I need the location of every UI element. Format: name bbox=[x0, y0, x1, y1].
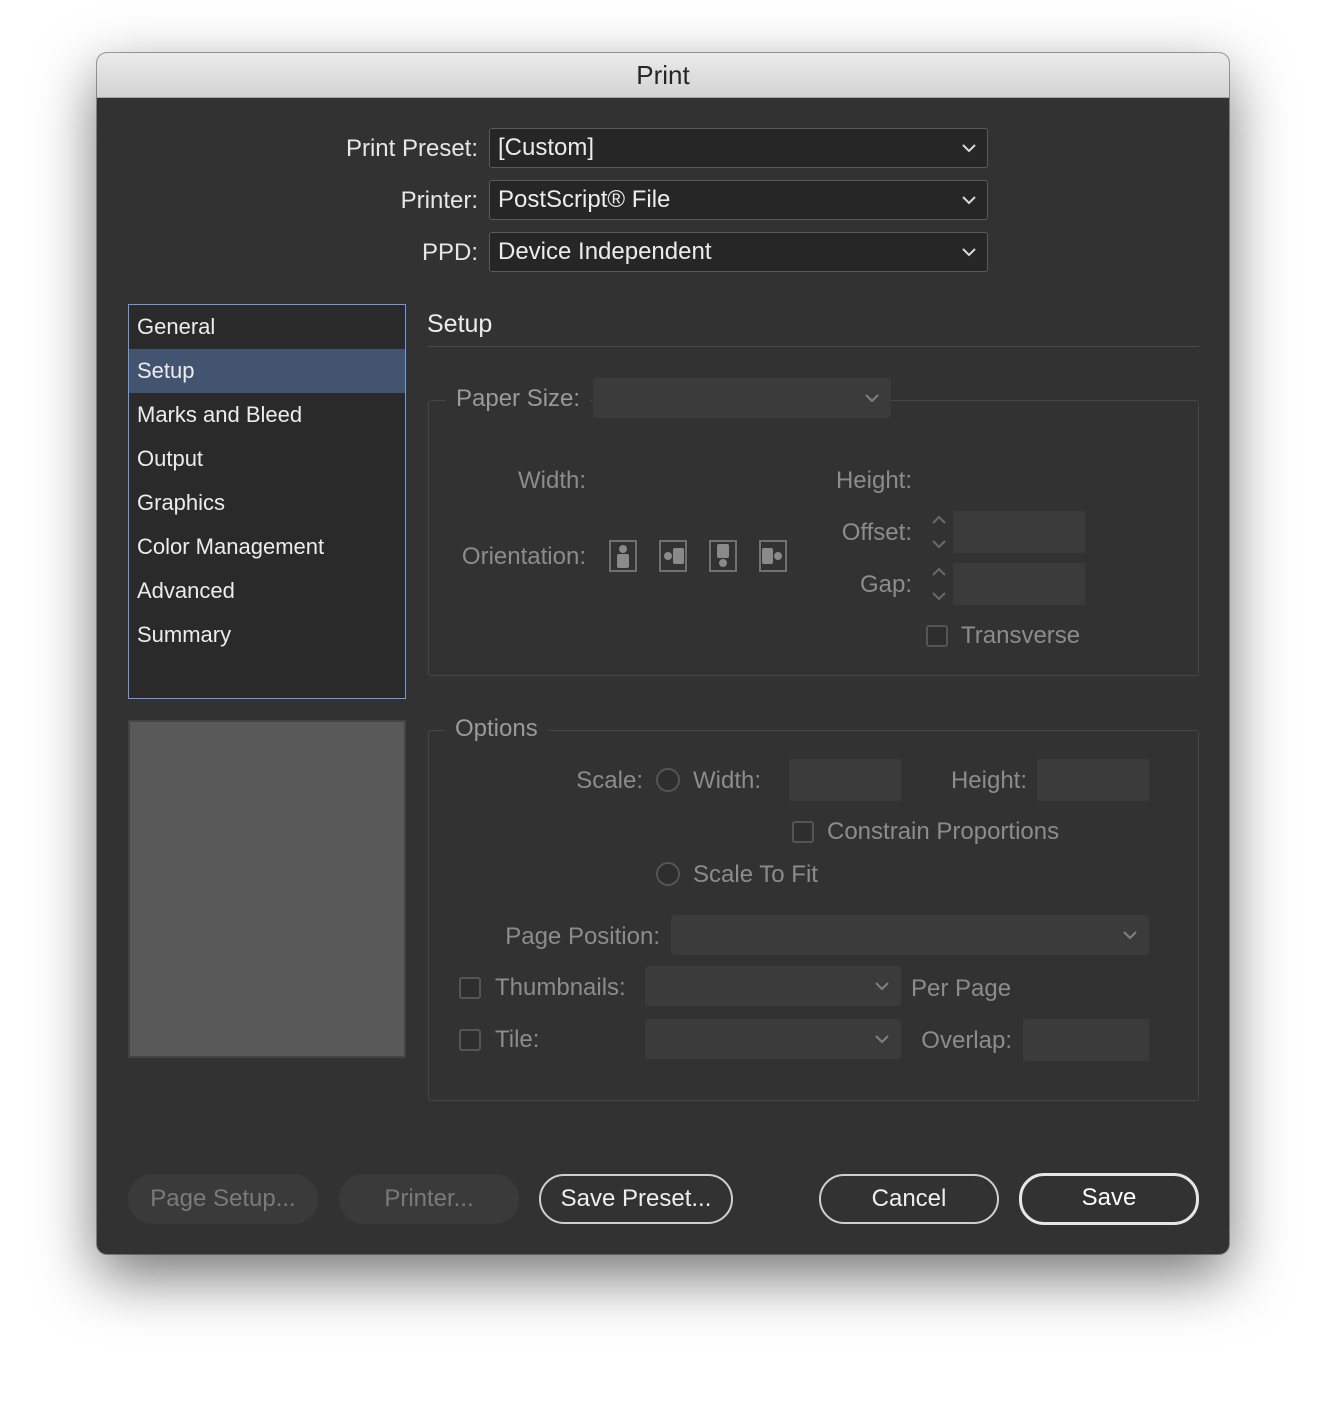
scale-height-label: Height: bbox=[950, 767, 1027, 794]
page-position-label: Page Position: bbox=[505, 923, 660, 950]
chevron-down-icon bbox=[874, 1032, 890, 1046]
tile-label: Tile: bbox=[495, 1026, 540, 1053]
printer-select[interactable]: PostScript® File bbox=[489, 180, 988, 220]
print-preset-select[interactable]: [Custom] bbox=[489, 128, 988, 168]
cancel-button[interactable]: Cancel bbox=[819, 1174, 999, 1224]
scale-width-radio[interactable] bbox=[656, 768, 680, 792]
chevron-down-icon bbox=[864, 391, 880, 405]
tile-select[interactable] bbox=[645, 1019, 901, 1059]
gap-stepper[interactable] bbox=[925, 563, 953, 605]
tile-checkbox[interactable] bbox=[459, 1029, 481, 1051]
sidebar-item-summary[interactable]: Summary bbox=[129, 613, 405, 657]
thumbnails-checkbox[interactable] bbox=[459, 977, 481, 999]
thumbnails-select[interactable] bbox=[645, 966, 901, 1006]
scale-width-label: Width: bbox=[693, 767, 762, 794]
scale-to-fit-label: Scale To Fit bbox=[693, 861, 818, 888]
per-page-label: Per Page bbox=[911, 975, 1012, 1002]
width-label: Width: bbox=[517, 467, 586, 494]
save-preset-button[interactable]: Save Preset... bbox=[539, 1174, 733, 1224]
overlap-field[interactable] bbox=[1023, 1019, 1149, 1061]
offset-field[interactable] bbox=[953, 511, 1085, 553]
print-dialog: Print Print Preset: [Custom] Printer: Po… bbox=[97, 53, 1229, 1254]
chevron-down-icon bbox=[961, 245, 977, 259]
ppd-select[interactable]: Device Independent bbox=[489, 232, 988, 272]
constrain-proportions-label: Constrain Proportions bbox=[827, 818, 1060, 845]
options-title: Options bbox=[445, 715, 548, 743]
ppd-value: Device Independent bbox=[498, 238, 712, 265]
sidebar-item-setup[interactable]: Setup bbox=[129, 349, 405, 393]
offset-label: Offset: bbox=[841, 519, 912, 546]
section-divider bbox=[427, 346, 1199, 347]
sidebar-item-advanced[interactable]: Advanced bbox=[129, 569, 405, 613]
scale-width-field[interactable] bbox=[789, 759, 901, 801]
page-position-select[interactable] bbox=[671, 915, 1149, 955]
scale-label: Scale: bbox=[576, 767, 643, 794]
portrait-icon[interactable] bbox=[609, 540, 637, 572]
reverse-portrait-icon[interactable] bbox=[709, 540, 737, 572]
overlap-label: Overlap: bbox=[921, 1027, 1012, 1054]
sidebar-item-marks-and-bleed[interactable]: Marks and Bleed bbox=[129, 393, 405, 437]
page-setup-button[interactable]: Page Setup... bbox=[128, 1174, 318, 1224]
sidebar-item-general[interactable]: General bbox=[129, 305, 405, 349]
category-list: General Setup Marks and Bleed Output Gra… bbox=[128, 304, 406, 699]
chevron-down-icon bbox=[961, 193, 977, 207]
chevron-down-icon bbox=[1122, 928, 1138, 942]
paper-size-label: Paper Size: bbox=[446, 385, 591, 413]
save-button[interactable]: Save bbox=[1019, 1173, 1199, 1225]
orientation-label: Orientation: bbox=[461, 543, 586, 570]
sidebar-item-output[interactable]: Output bbox=[129, 437, 405, 481]
reverse-landscape-icon[interactable] bbox=[759, 540, 787, 572]
page-preview bbox=[128, 720, 406, 1058]
height-label: Height: bbox=[835, 467, 912, 494]
chevron-down-icon bbox=[874, 979, 890, 993]
printer-button[interactable]: Printer... bbox=[339, 1174, 519, 1224]
printer-value: PostScript® File bbox=[498, 186, 671, 213]
gap-label: Gap: bbox=[859, 571, 912, 598]
print-preset-label: Print Preset: bbox=[345, 135, 478, 162]
scale-to-fit-radio[interactable] bbox=[656, 862, 680, 886]
offset-stepper[interactable] bbox=[925, 511, 953, 553]
scale-height-field[interactable] bbox=[1037, 759, 1149, 801]
thumbnails-label: Thumbnails: bbox=[495, 974, 626, 1001]
chevron-down-icon bbox=[961, 141, 977, 155]
ppd-label: PPD: bbox=[421, 239, 478, 266]
transverse-checkbox[interactable] bbox=[926, 625, 948, 647]
landscape-icon[interactable] bbox=[659, 540, 687, 572]
gap-field[interactable] bbox=[953, 563, 1085, 605]
transverse-label: Transverse bbox=[961, 622, 1081, 649]
sidebar-item-graphics[interactable]: Graphics bbox=[129, 481, 405, 525]
print-preset-value: [Custom] bbox=[498, 134, 595, 161]
paper-size-select[interactable] bbox=[593, 378, 891, 418]
printer-label: Printer: bbox=[400, 187, 478, 214]
sidebar-item-color-management[interactable]: Color Management bbox=[129, 525, 405, 569]
section-title: Setup bbox=[427, 310, 493, 338]
constrain-proportions-checkbox[interactable] bbox=[792, 821, 814, 843]
window-title: Print bbox=[97, 53, 1229, 98]
